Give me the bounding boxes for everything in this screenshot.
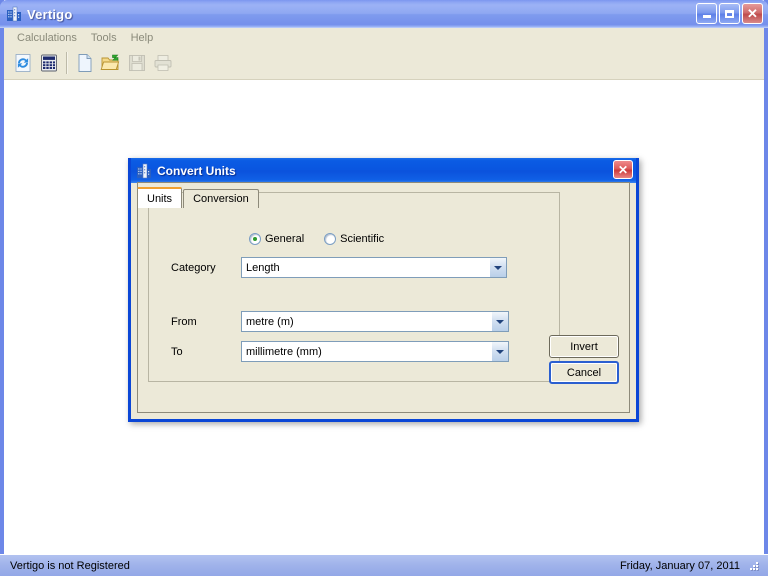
from-label: From	[171, 315, 197, 328]
to-label: To	[171, 345, 183, 358]
toolbar-separator	[66, 52, 68, 74]
resize-grip-icon[interactable]	[748, 560, 760, 572]
tab-units[interactable]: Units	[137, 187, 183, 208]
window-controls: ✕	[696, 3, 763, 24]
radio-general-label: General	[265, 233, 305, 245]
chevron-down-icon[interactable]	[491, 312, 508, 331]
to-combobox[interactable]: millimetre (mm)	[241, 341, 509, 362]
close-icon[interactable]: ✕	[742, 3, 763, 24]
window-title: Vertigo	[27, 6, 73, 22]
to-row: To millimetre (mm)	[171, 341, 551, 362]
dialog-tabstrip: Units Conversion	[137, 187, 636, 208]
category-label: Category	[171, 261, 216, 274]
menubar: Calculations Tools Help	[4, 28, 764, 47]
chevron-down-icon[interactable]	[489, 258, 506, 277]
toolbar	[4, 47, 764, 80]
menu-item-calculations[interactable]: Calculations	[10, 30, 84, 46]
dialog-close-icon[interactable]: ✕	[613, 160, 633, 179]
category-row: Category Length	[171, 257, 541, 278]
calculator-button[interactable]	[36, 50, 62, 76]
menu-item-help[interactable]: Help	[124, 30, 161, 46]
units-groupbox: General Scientific Category Length From …	[148, 192, 560, 382]
status-date-text: Friday, January 07, 2011	[619, 559, 740, 572]
save-file-button	[124, 50, 150, 76]
convert-units-dialog: Convert Units ✕ Units Conversion General…	[128, 158, 639, 422]
dialog-titlebar[interactable]: Convert Units ✕	[131, 158, 636, 183]
maximize-icon[interactable]	[719, 3, 740, 24]
tab-conversion[interactable]: Conversion	[183, 189, 259, 208]
from-combobox[interactable]: metre (m)	[241, 311, 509, 332]
radio-scientific[interactable]: Scientific	[324, 233, 384, 245]
dialog-title: Convert Units	[157, 163, 236, 178]
category-value: Length	[246, 261, 280, 274]
cancel-button[interactable]: Cancel	[549, 361, 619, 384]
radio-scientific-label: Scientific	[340, 233, 385, 245]
radio-general-indicator	[249, 233, 261, 245]
minimize-icon[interactable]	[696, 3, 717, 24]
category-combobox[interactable]: Length	[241, 257, 507, 278]
statusbar: Vertigo is not Registered Friday, Januar…	[0, 554, 768, 576]
invert-button[interactable]: Invert	[549, 335, 619, 358]
convert-units-button[interactable]	[10, 50, 36, 76]
from-value: metre (m)	[246, 315, 294, 328]
chevron-down-icon[interactable]	[491, 342, 508, 361]
radio-scientific-indicator	[324, 233, 337, 245]
window-titlebar[interactable]: Vertigo ✕	[0, 0, 768, 28]
from-row: From metre (m)	[171, 311, 551, 332]
building-icon	[136, 163, 152, 179]
building-icon	[6, 6, 22, 22]
radio-general[interactable]: General	[249, 233, 304, 245]
registration-status-text: Vertigo is not Registered	[10, 559, 130, 572]
menu-item-tools[interactable]: Tools	[84, 30, 124, 46]
print-button	[150, 50, 176, 76]
to-value: millimetre (mm)	[246, 345, 322, 358]
new-file-button[interactable]	[72, 50, 98, 76]
open-file-button[interactable]	[98, 50, 124, 76]
units-tab-page: General Scientific Category Length From …	[137, 182, 630, 413]
mode-radio-group: General Scientific	[249, 233, 384, 245]
